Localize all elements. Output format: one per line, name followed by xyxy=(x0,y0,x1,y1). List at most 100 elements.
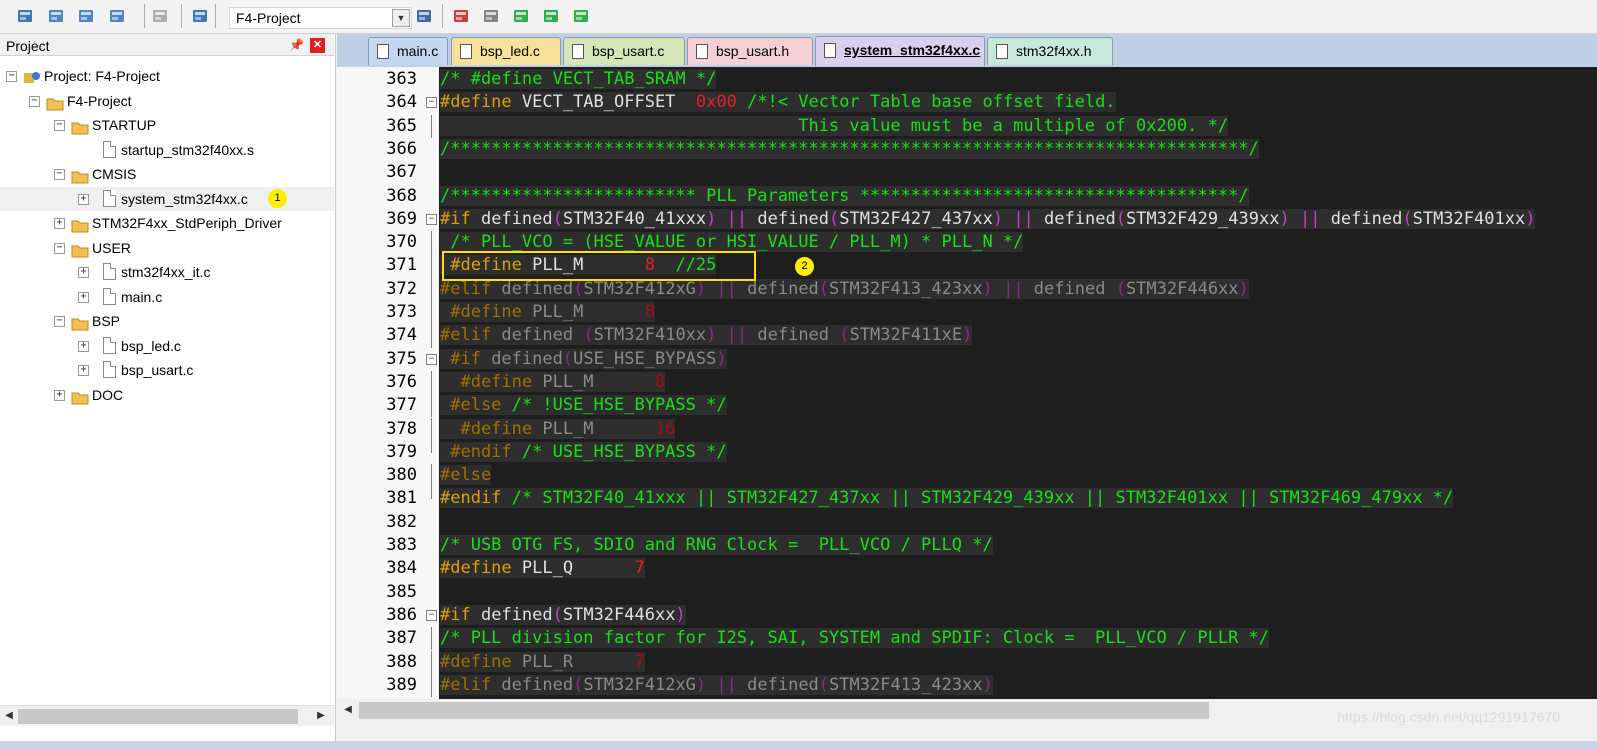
close-icon[interactable]: ✕ xyxy=(310,38,325,53)
tree-item[interactable]: − BSP xyxy=(0,309,334,333)
translate-icon[interactable] xyxy=(15,6,35,26)
code-token: /* STM32F40_41xxx || STM32F427_437xx || … xyxy=(501,488,1454,509)
annotation-badge-1: 1 xyxy=(268,188,287,208)
expand-icon[interactable]: + xyxy=(54,218,65,229)
code-token: ( xyxy=(583,325,594,346)
fold-collapse-icon[interactable]: − xyxy=(426,213,437,225)
file-icon xyxy=(103,287,116,305)
tab-bsp-usart-h[interactable]: bsp_usart.h xyxy=(687,37,813,65)
expand-icon[interactable]: + xyxy=(78,340,89,352)
tree-item[interactable]: startup_stm32f40xx.s xyxy=(0,138,334,162)
folder-icon xyxy=(71,167,89,184)
code-token: STM32F411xE xyxy=(849,325,963,346)
fold-collapse-icon[interactable]: − xyxy=(426,609,437,621)
tree-item[interactable]: + STM32F4xx_StdPeriph_Driver xyxy=(0,211,334,235)
tree-item[interactable]: − CMSIS xyxy=(0,162,334,186)
line-number: 371 xyxy=(386,255,417,276)
line-number: 376 xyxy=(386,371,417,392)
code-line: /* #define VECT_TAB_SRAM */ xyxy=(440,68,717,91)
tree-item[interactable]: + bsp_led.c xyxy=(0,334,334,358)
project-panel-title: Project xyxy=(6,38,50,54)
fold-collapse-icon[interactable]: − xyxy=(426,353,437,365)
manage-rte-icon[interactable] xyxy=(511,6,531,26)
code-token: #elif xyxy=(440,674,492,695)
expand-icon[interactable]: + xyxy=(54,389,65,401)
file-icon xyxy=(103,361,116,378)
collapse-icon[interactable]: − xyxy=(54,120,65,131)
manage-project-items-icon[interactable] xyxy=(451,6,471,26)
options-for-target-icon[interactable] xyxy=(414,6,434,26)
tree-item[interactable]: − Project: F4-Project xyxy=(0,64,334,88)
scrollbar-thumb[interactable] xyxy=(18,709,298,724)
code-token: || xyxy=(1299,208,1321,229)
tab-main-c[interactable]: main.c xyxy=(368,37,448,65)
code-token: || xyxy=(726,208,748,229)
code-token: ( xyxy=(1115,208,1126,229)
pin-icon[interactable]: 📌 xyxy=(289,37,304,53)
download-icon[interactable] xyxy=(190,6,210,26)
tree-item[interactable]: − USER xyxy=(0,236,334,260)
expand-icon[interactable]: + xyxy=(78,291,89,303)
build-icon[interactable] xyxy=(46,6,66,26)
code-token: ) xyxy=(1279,208,1290,229)
line-number: 369 xyxy=(386,208,417,229)
scroll-left-icon[interactable]: ◀ xyxy=(341,703,355,717)
chevron-down-icon[interactable]: ▼ xyxy=(392,9,410,27)
tree-item[interactable]: + DOC xyxy=(0,383,334,407)
project-icon xyxy=(23,68,41,83)
tree-item[interactable]: − F4-Project xyxy=(0,89,334,113)
project-horizontal-scrollbar[interactable]: ◀ ▶ xyxy=(0,705,334,726)
rebuild-icon[interactable] xyxy=(76,6,96,26)
tree-item[interactable]: + bsp_usart.c xyxy=(0,358,334,382)
collapse-icon[interactable]: − xyxy=(6,71,17,82)
target-select-value: F4-Project xyxy=(236,10,301,26)
fold-line xyxy=(431,277,432,301)
code-token: || xyxy=(716,278,737,299)
tab-system-stm32f4xx-c[interactable]: system_stm32f4xx.c xyxy=(815,36,985,66)
file-icon xyxy=(460,44,472,59)
batch-build-icon[interactable] xyxy=(107,6,127,26)
target-select[interactable]: F4-Project ▼ xyxy=(229,7,412,29)
tree-item[interactable]: + main.c xyxy=(0,285,334,309)
tab-stm32f4xx-h[interactable]: stm32f4xx.h xyxy=(987,37,1113,65)
tab-bsp-led-c[interactable]: bsp_led.c xyxy=(451,37,561,65)
select-packs-icon[interactable] xyxy=(481,6,501,26)
scroll-left-icon[interactable]: ◀ xyxy=(2,709,16,723)
expand-icon[interactable]: + xyxy=(78,193,89,205)
fold-line xyxy=(431,370,432,395)
code-line: #elif defined (STM32F410xx) || defined (… xyxy=(440,324,973,347)
tree-item[interactable]: − STARTUP xyxy=(0,113,334,137)
line-number: 379 xyxy=(386,441,417,462)
scroll-right-icon[interactable]: ▶ xyxy=(314,709,328,723)
code-token: defined xyxy=(747,208,830,229)
file-icon xyxy=(377,44,389,59)
expand-icon[interactable]: + xyxy=(78,267,89,278)
file-icon xyxy=(103,140,116,158)
fold-line xyxy=(431,417,432,441)
expand-icon[interactable]: + xyxy=(78,365,89,376)
collapse-icon[interactable]: − xyxy=(29,95,40,107)
file-icon xyxy=(824,43,836,58)
stop-build-icon[interactable] xyxy=(150,6,170,26)
tree-item-label: CMSIS xyxy=(92,166,137,182)
scrollbar-thumb[interactable] xyxy=(359,702,1209,719)
fold-collapse-icon[interactable]: − xyxy=(426,97,437,109)
toolbar-separator xyxy=(181,4,182,28)
code-editor[interactable]: 363 364 365 366 367 368 369 370 371 372 373 374 375 3… xyxy=(337,67,1597,699)
collapse-icon[interactable]: − xyxy=(54,242,65,254)
line-number: 374 xyxy=(386,325,417,346)
status-bar xyxy=(0,741,1597,750)
collapse-icon[interactable]: − xyxy=(54,169,65,180)
code-token: STM32F40_41xxx xyxy=(562,208,707,229)
tree-item-label: bsp_led.c xyxy=(121,337,181,354)
line-number: 388 xyxy=(386,651,417,672)
tree-item-label: DOC xyxy=(92,386,124,403)
tree-item[interactable]: + stm32f4xx_it.c xyxy=(0,260,334,284)
code-token: PLL_Q xyxy=(511,558,635,579)
pack-installer2-icon[interactable] xyxy=(571,6,591,26)
collapse-icon[interactable]: − xyxy=(54,316,65,327)
pack-installer-icon[interactable] xyxy=(541,6,561,26)
tree-item[interactable]: + system_stm32f4xx.c 1 xyxy=(0,186,334,211)
tree-item-label: main.c xyxy=(121,288,163,305)
tab-bsp-usart-c[interactable]: bsp_usart.c xyxy=(563,37,685,65)
